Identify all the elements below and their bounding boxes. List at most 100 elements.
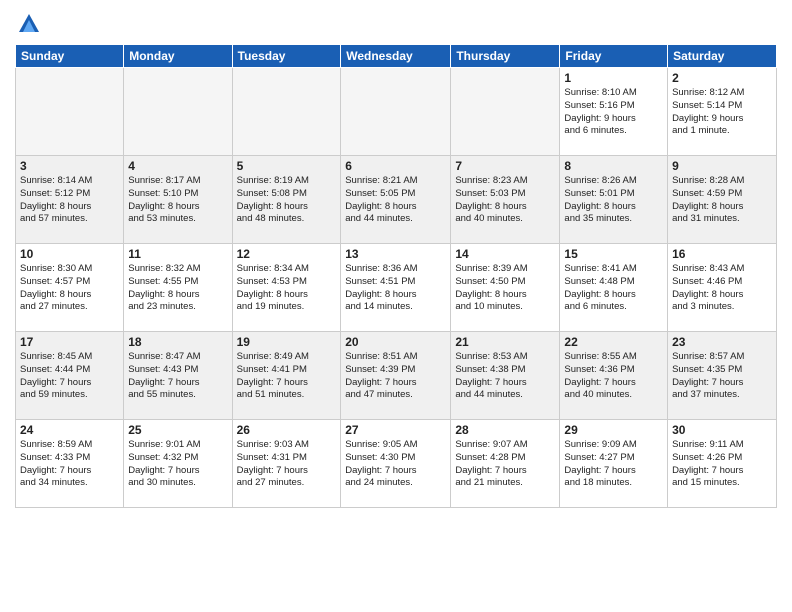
calendar-cell (341, 68, 451, 156)
day-info: Sunrise: 8:47 AM Sunset: 4:43 PM Dayligh… (128, 351, 227, 402)
day-number: 18 (128, 335, 227, 349)
day-number: 13 (345, 247, 446, 261)
calendar-cell: 30 Sunrise: 9:11 AM Sunset: 4:26 PM Dayli… (668, 420, 777, 508)
calendar-cell: 11 Sunrise: 8:32 AM Sunset: 4:55 PM Dayli… (124, 244, 232, 332)
day-info: Sunrise: 8:10 AM Sunset: 5:16 PM Dayligh… (564, 87, 663, 138)
day-info: Sunrise: 8:53 AM Sunset: 4:38 PM Dayligh… (455, 351, 555, 402)
calendar-header-wednesday: Wednesday (341, 45, 451, 68)
calendar-header-thursday: Thursday (451, 45, 560, 68)
calendar-cell: 19Sunrise: 8:49 AM Sunset: 4:41 PM Dayli… (232, 332, 341, 420)
day-number: 24 (20, 423, 119, 437)
calendar-cell: 18 Sunrise: 8:47 AM Sunset: 4:43 PM Dayli… (124, 332, 232, 420)
calendar-cell: 5Sunrise: 8:19 AM Sunset: 5:08 PM Daylig… (232, 156, 341, 244)
calendar-header-monday: Monday (124, 45, 232, 68)
day-info: Sunrise: 8:32 AM Sunset: 4:55 PM Dayligh… (128, 263, 227, 314)
calendar-cell: 29 Sunrise: 9:09 AM Sunset: 4:27 PM Dayli… (560, 420, 668, 508)
day-number: 1 (564, 71, 663, 85)
logo-icon (15, 10, 43, 38)
day-number: 9 (672, 159, 772, 173)
calendar-cell: 15 Sunrise: 8:41 AM Sunset: 4:48 PM Dayli… (560, 244, 668, 332)
day-number: 12 (237, 247, 337, 261)
day-number: 29 (564, 423, 663, 437)
calendar-week-row: 3 Sunrise: 8:14 AM Sunset: 5:12 PM Daylig… (16, 156, 777, 244)
day-info: Sunrise: 8:14 AM Sunset: 5:12 PM Dayligh… (20, 175, 119, 226)
day-info: Sunrise: 9:05 AM Sunset: 4:30 PM Dayligh… (345, 439, 446, 490)
day-info: Sunrise: 9:07 AM Sunset: 4:28 PM Dayligh… (455, 439, 555, 490)
day-number: 26 (237, 423, 337, 437)
calendar-cell: 13 Sunrise: 8:36 AM Sunset: 4:51 PM Dayli… (341, 244, 451, 332)
day-info: Sunrise: 8:36 AM Sunset: 4:51 PM Dayligh… (345, 263, 446, 314)
day-number: 11 (128, 247, 227, 261)
calendar-cell: 10 Sunrise: 8:30 AM Sunset: 4:57 PM Dayli… (16, 244, 124, 332)
day-number: 10 (20, 247, 119, 261)
calendar-header-row: SundayMondayTuesdayWednesdayThursdayFrid… (16, 45, 777, 68)
day-number: 14 (455, 247, 555, 261)
page-header (15, 10, 777, 38)
day-info: Sunrise: 8:28 AM Sunset: 4:59 PM Dayligh… (672, 175, 772, 226)
day-info: Sunrise: 8:51 AM Sunset: 4:39 PM Dayligh… (345, 351, 446, 402)
day-number: 3 (20, 159, 119, 173)
day-info: Sunrise: 8:34 AM Sunset: 4:53 PM Dayligh… (237, 263, 337, 314)
day-number: 5 (237, 159, 337, 173)
day-number: 16 (672, 247, 772, 261)
calendar-week-row: 24 Sunrise: 8:59 AM Sunset: 4:33 PM Dayli… (16, 420, 777, 508)
day-info: Sunrise: 8:30 AM Sunset: 4:57 PM Dayligh… (20, 263, 119, 314)
day-info: Sunrise: 9:11 AM Sunset: 4:26 PM Dayligh… (672, 439, 772, 490)
calendar-cell: 23Sunrise: 8:57 AM Sunset: 4:35 PM Dayli… (668, 332, 777, 420)
day-number: 7 (455, 159, 555, 173)
calendar-cell: 12 Sunrise: 8:34 AM Sunset: 4:53 PM Dayli… (232, 244, 341, 332)
calendar-cell: 9 Sunrise: 8:28 AM Sunset: 4:59 PM Daylig… (668, 156, 777, 244)
calendar-cell: 2 Sunrise: 8:12 AM Sunset: 5:14 PM Daylig… (668, 68, 777, 156)
calendar-cell: 22 Sunrise: 8:55 AM Sunset: 4:36 PM Dayli… (560, 332, 668, 420)
day-number: 2 (672, 71, 772, 85)
calendar-cell: 27 Sunrise: 9:05 AM Sunset: 4:30 PM Dayli… (341, 420, 451, 508)
calendar-cell: 25 Sunrise: 9:01 AM Sunset: 4:32 PM Dayli… (124, 420, 232, 508)
calendar-cell: 6 Sunrise: 8:21 AM Sunset: 5:05 PM Daylig… (341, 156, 451, 244)
calendar-header-sunday: Sunday (16, 45, 124, 68)
day-number: 22 (564, 335, 663, 349)
day-info: Sunrise: 8:59 AM Sunset: 4:33 PM Dayligh… (20, 439, 119, 490)
day-info: Sunrise: 8:43 AM Sunset: 4:46 PM Dayligh… (672, 263, 772, 314)
day-number: 15 (564, 247, 663, 261)
day-number: 21 (455, 335, 555, 349)
day-info: Sunrise: 8:17 AM Sunset: 5:10 PM Dayligh… (128, 175, 227, 226)
day-info: Sunrise: 9:09 AM Sunset: 4:27 PM Dayligh… (564, 439, 663, 490)
day-number: 17 (20, 335, 119, 349)
day-number: 23 (672, 335, 772, 349)
calendar-cell: 3 Sunrise: 8:14 AM Sunset: 5:12 PM Daylig… (16, 156, 124, 244)
day-info: Sunrise: 9:03 AM Sunset: 4:31 PM Dayligh… (237, 439, 337, 490)
calendar-cell: 21 Sunrise: 8:53 AM Sunset: 4:38 PM Dayli… (451, 332, 560, 420)
calendar-cell: 14Sunrise: 8:39 AM Sunset: 4:50 PM Dayli… (451, 244, 560, 332)
day-info: Sunrise: 8:45 AM Sunset: 4:44 PM Dayligh… (20, 351, 119, 402)
calendar-cell: 26 Sunrise: 9:03 AM Sunset: 4:31 PM Dayli… (232, 420, 341, 508)
day-info: Sunrise: 8:41 AM Sunset: 4:48 PM Dayligh… (564, 263, 663, 314)
calendar-cell (232, 68, 341, 156)
calendar-week-row: 1 Sunrise: 8:10 AM Sunset: 5:16 PM Daylig… (16, 68, 777, 156)
calendar-cell: 7 Sunrise: 8:23 AM Sunset: 5:03 PM Daylig… (451, 156, 560, 244)
calendar: SundayMondayTuesdayWednesdayThursdayFrid… (15, 44, 777, 508)
day-number: 27 (345, 423, 446, 437)
day-number: 6 (345, 159, 446, 173)
day-info: Sunrise: 9:01 AM Sunset: 4:32 PM Dayligh… (128, 439, 227, 490)
calendar-cell: 8Sunrise: 8:26 AM Sunset: 5:01 PM Daylig… (560, 156, 668, 244)
day-number: 4 (128, 159, 227, 173)
calendar-header-friday: Friday (560, 45, 668, 68)
day-number: 30 (672, 423, 772, 437)
calendar-cell (16, 68, 124, 156)
day-number: 28 (455, 423, 555, 437)
day-number: 25 (128, 423, 227, 437)
calendar-week-row: 17 Sunrise: 8:45 AM Sunset: 4:44 PM Dayli… (16, 332, 777, 420)
day-number: 19 (237, 335, 337, 349)
calendar-cell (451, 68, 560, 156)
day-info: Sunrise: 8:21 AM Sunset: 5:05 PM Dayligh… (345, 175, 446, 226)
day-number: 20 (345, 335, 446, 349)
day-info: Sunrise: 8:55 AM Sunset: 4:36 PM Dayligh… (564, 351, 663, 402)
calendar-cell (124, 68, 232, 156)
calendar-header-tuesday: Tuesday (232, 45, 341, 68)
day-info: Sunrise: 8:26 AM Sunset: 5:01 PM Dayligh… (564, 175, 663, 226)
logo (15, 10, 47, 38)
day-info: Sunrise: 8:23 AM Sunset: 5:03 PM Dayligh… (455, 175, 555, 226)
calendar-week-row: 10 Sunrise: 8:30 AM Sunset: 4:57 PM Dayli… (16, 244, 777, 332)
calendar-cell: 20 Sunrise: 8:51 AM Sunset: 4:39 PM Dayli… (341, 332, 451, 420)
day-info: Sunrise: 8:12 AM Sunset: 5:14 PM Dayligh… (672, 87, 772, 138)
